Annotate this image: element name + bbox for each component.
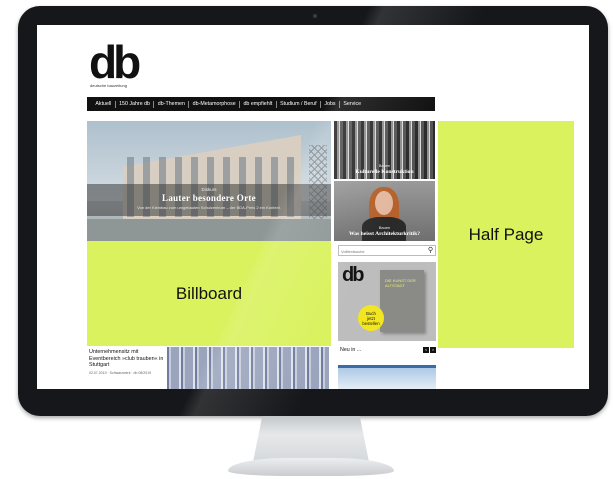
article-title[interactable]: Unternehmensitz mit Eventbereich »club t… <box>89 349 169 369</box>
article-teaser[interactable]: Unternehmensitz mit Eventbereich »club t… <box>89 349 169 375</box>
nav-item-studium-beruf[interactable]: Studium / Beruf <box>277 100 321 108</box>
promo-badge-line-3: bestellen <box>362 320 380 326</box>
monitor-stand-base <box>228 458 394 476</box>
side-teaser-2-caption: Bauen Was heisst Architekturkritik? <box>334 225 435 237</box>
billboard-ad: Billboard <box>87 241 331 346</box>
promo-book-cover: DIE KUNST DER ALTSTADT <box>380 270 424 332</box>
site-logo-subtitle: deutsche bauzeitung <box>90 83 127 88</box>
nav-item-db-metamorphose[interactable]: db-Metamorphose <box>189 100 241 108</box>
nav-item-db-empfiehlt[interactable]: db empfiehlt <box>240 100 277 108</box>
side-teaser-1-title[interactable]: Kulturelle Konstruktion <box>334 169 435 175</box>
hero-kicker: Diskurs <box>201 187 217 192</box>
nav-item-jobs[interactable]: Jobs <box>321 100 340 108</box>
hero-teaser[interactable]: Diskurs Lauter besondere Orte Von der Kl… <box>87 121 331 241</box>
search-input[interactable] <box>341 247 421 255</box>
portrait-face <box>375 191 393 215</box>
search-box: ⚲ <box>338 245 436 256</box>
side-teaser-1[interactable]: Bauen Kulturelle Konstruktion <box>334 121 435 179</box>
promo-logo: db <box>342 264 364 286</box>
side-teaser-2[interactable]: Bauen Was heisst Architekturkritik? <box>334 181 435 241</box>
nav-item-db-themen[interactable]: db-Themen <box>154 100 190 108</box>
promo-book-title: DIE KUNST DER ALTSTADT <box>385 278 416 288</box>
side-teaser-1-caption: Bauen Kulturelle Konstruktion <box>334 163 435 175</box>
hero-title[interactable]: Lauter besondere Orte <box>87 193 331 203</box>
article-image[interactable] <box>167 347 329 389</box>
hero-caption: Diskurs Lauter besondere Orte Von der Kl… <box>87 184 331 216</box>
main-navigation: Aktuell 150 Jahre db db-Themen db-Metamo… <box>87 97 435 111</box>
prev-arrow-icon[interactable]: < <box>423 347 429 353</box>
nav-item-150-jahre[interactable]: 150 Jahre db <box>116 100 155 108</box>
side-teaser-2-kicker: Bauen <box>378 225 391 230</box>
nav-item-aktuell[interactable]: Aktuell <box>92 100 116 108</box>
new-in-header: Neu in ... < > <box>340 347 436 355</box>
book-promo-banner[interactable]: db DIE KUNST DER ALTSTADT Buch jetzt bes… <box>338 262 436 341</box>
monitor-stand-neck <box>253 416 369 462</box>
side-teaser-2-title[interactable]: Was heisst Architekturkritik? <box>334 231 435 237</box>
hero-ground <box>87 219 331 241</box>
article-meta: 02.07.2019 · Schwarzwerk · db 08/2019 <box>89 370 152 375</box>
site-logo[interactable]: db <box>89 39 141 85</box>
webcam-dot <box>313 14 317 18</box>
side-teaser-1-kicker: Bauen <box>378 163 391 168</box>
hero-teaser-text: Von der Kleinbau zum umgebauten Schulzen… <box>137 205 281 210</box>
promo-order-badge[interactable]: Buch jetzt bestellen <box>358 305 384 331</box>
next-arrow-icon[interactable]: > <box>430 347 436 353</box>
nav-item-service[interactable]: Service <box>340 101 364 108</box>
billboard-label: Billboard <box>175 283 243 303</box>
search-icon[interactable]: ⚲ <box>428 246 433 255</box>
half-page-ad: Half Page <box>438 121 574 348</box>
half-page-label: Half Page <box>468 224 544 244</box>
new-in-label: Neu in ... <box>340 347 362 353</box>
new-in-thumbnail[interactable] <box>338 365 436 389</box>
